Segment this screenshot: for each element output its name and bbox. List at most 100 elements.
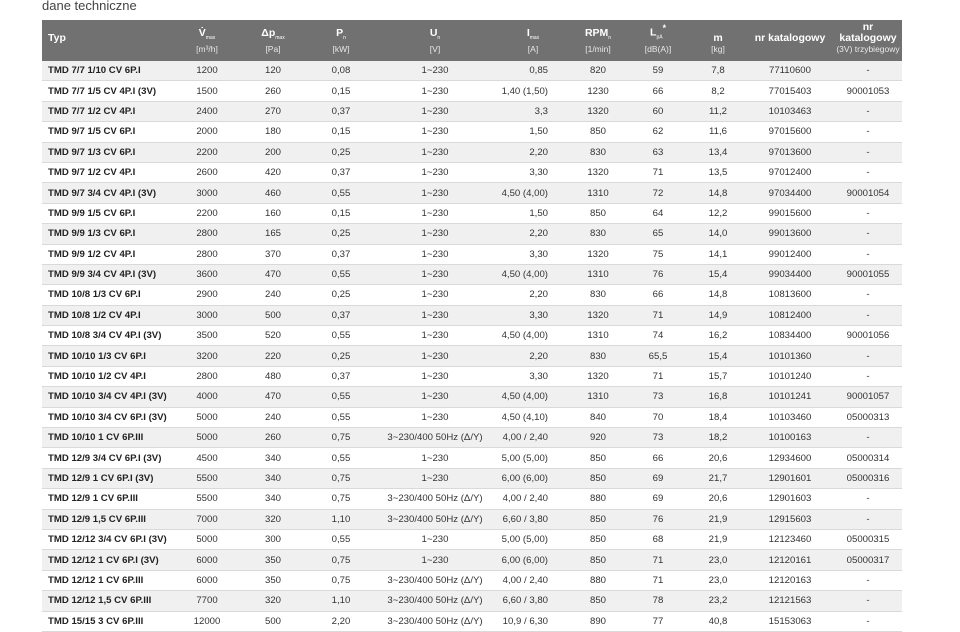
- table-cell: 99015600: [746, 203, 834, 225]
- table-row: TMD 10/10 1/3 CV 6P.I 3200 220 0,25 1~230 2,2…: [42, 345, 902, 367]
- table-cell: 76: [626, 509, 690, 530]
- table-cell: 850: [570, 203, 626, 225]
- table-cell: 12120161: [746, 549, 834, 571]
- table-row: TMD 12/12 1,5 CV 6P.III 7700 320 1,10 3~230/…: [42, 590, 902, 612]
- table-cell: 0,25: [308, 142, 374, 163]
- table-cell: 0,15: [308, 80, 374, 102]
- table-row: TMD 7/7 1/10 CV 6P.I 1200 120 0,08 1~230 0,85…: [42, 61, 902, 82]
- table-cell: 63: [626, 142, 690, 163]
- type-cell: TMD 7/7 1/5 CV 4P.I (3V): [42, 80, 176, 102]
- table-row: TMD 9/9 3/4 CV 4P.I (3V) 3600 470 0,55 1~230…: [42, 264, 902, 286]
- table-cell: 66: [626, 80, 690, 102]
- table-cell: 4,50 (4,00): [496, 386, 570, 408]
- table-cell: -: [834, 570, 902, 592]
- table-cell: 850: [570, 509, 626, 530]
- table-cell: 850: [570, 529, 626, 551]
- type-cell: TMD 9/9 1/3 CV 6P.I: [42, 223, 176, 245]
- header-cell: nr katalogowy: [834, 20, 902, 44]
- table-cell: 72: [626, 182, 690, 204]
- table-cell: 7700: [176, 590, 238, 612]
- table-cell: 0,25: [308, 284, 374, 306]
- type-cell: TMD 9/7 1/5 CV 6P.I: [42, 121, 176, 143]
- table-cell: 830: [570, 284, 626, 306]
- type-cell: TMD 10/8 1/2 CV 4P.I: [42, 305, 176, 327]
- header-cell: Pn: [308, 20, 374, 44]
- table-cell: 23,0: [690, 570, 746, 592]
- table-cell: 1~230: [374, 386, 496, 408]
- table-cell: 10,9 / 6,30: [496, 611, 570, 632]
- table-cell: 0,75: [308, 427, 374, 449]
- table-cell: -: [834, 223, 902, 245]
- header-unit: [Pa]: [265, 44, 281, 54]
- table-cell: 7,8: [690, 61, 746, 82]
- header-units-row: [m³/h] [Pa] [kW] [V] [A] [1/min] [dB(A)] [kg] (3…: [42, 44, 902, 61]
- header-cell: V̇max: [176, 20, 238, 44]
- table-row: TMD 9/7 1/2 CV 4P.I 2600 420 0,37 1~230 3,30 1…: [42, 162, 902, 184]
- table-cell: 0,37: [308, 305, 374, 327]
- table-cell: 1~230: [374, 366, 496, 388]
- table-cell: 2800: [176, 244, 238, 265]
- table-cell: 500: [238, 305, 308, 327]
- table-cell: 4000: [176, 386, 238, 408]
- table-cell: 160: [238, 203, 308, 225]
- table-cell: 200: [238, 142, 308, 163]
- table-cell: 10101240: [746, 366, 834, 388]
- table-cell: 3500: [176, 325, 238, 347]
- table-cell: -: [834, 366, 902, 388]
- table-cell: 5500: [176, 488, 238, 510]
- table-row: TMD 12/9 1 CV 6P.III 5500 340 0,75 3~230/400…: [42, 488, 902, 510]
- table-cell: 64: [626, 203, 690, 225]
- header-unit: [kW]: [332, 44, 350, 54]
- table-cell: 71: [626, 549, 690, 571]
- table-row: TMD 12/9 3/4 CV 6P.I (3V) 4500 340 0,55 1~23…: [42, 447, 902, 469]
- table-cell: 470: [238, 386, 308, 408]
- table-cell: 350: [238, 549, 308, 571]
- table-cell: 14,8: [690, 284, 746, 306]
- table-cell: 1,10: [308, 590, 374, 612]
- table-cell: 0,25: [308, 223, 374, 245]
- header-subscript: max: [529, 35, 540, 41]
- table-cell: 3200: [176, 345, 238, 367]
- type-cell: TMD 10/8 3/4 CV 4P.I (3V): [42, 325, 176, 347]
- table-cell: 1500: [176, 80, 238, 102]
- table-cell: 1~230: [374, 203, 496, 225]
- table-cell: 97034400: [746, 182, 834, 204]
- table-cell: 0,55: [308, 182, 374, 204]
- table-cell: 1~230: [374, 345, 496, 367]
- table-cell: 1320: [570, 101, 626, 123]
- table-cell: 66: [626, 447, 690, 469]
- table-cell: 1~230: [374, 284, 496, 306]
- table-cell: 850: [570, 447, 626, 469]
- table-cell: 180: [238, 121, 308, 143]
- table-cell: 1,50: [496, 203, 570, 225]
- type-cell: TMD 10/10 3/4 CV 6P.I (3V): [42, 407, 176, 429]
- table-cell: 6,00 (6,00): [496, 549, 570, 571]
- table-cell: 11,6: [690, 121, 746, 143]
- table-cell: 8,2: [690, 80, 746, 102]
- table-cell: 0,85: [496, 61, 570, 82]
- table-cell: -: [834, 121, 902, 143]
- table-cell: 77015403: [746, 80, 834, 102]
- table-cell: -: [834, 509, 902, 530]
- header-label: RPM: [584, 26, 609, 39]
- table-cell: 18,2: [690, 427, 746, 449]
- table-cell: 820: [570, 61, 626, 82]
- type-cell: TMD 10/10 1 CV 6P.III: [42, 427, 176, 449]
- table-row: TMD 12/12 1 CV 6P.I (3V) 6000 350 0,75 1~230…: [42, 549, 902, 571]
- header-row: Typ V̇max Δpmax Pn Un Imax RPMn LpA* m nr katalog…: [42, 20, 902, 44]
- type-cell: TMD 9/7 3/4 CV 4P.I (3V): [42, 182, 176, 204]
- table-cell: 05000314: [834, 447, 902, 469]
- table-cell: 340: [238, 488, 308, 510]
- table-cell: -: [834, 345, 902, 367]
- table-cell: 5500: [176, 468, 238, 490]
- table-cell: 6000: [176, 570, 238, 592]
- table-cell: 370: [238, 244, 308, 265]
- table-cell: -: [834, 427, 902, 449]
- table-cell: 2000: [176, 121, 238, 143]
- table-cell: 2800: [176, 366, 238, 388]
- table-cell: -: [834, 61, 902, 82]
- table-cell: 0,75: [308, 549, 374, 571]
- table-cell: 5,00 (5,00): [496, 447, 570, 469]
- table-cell: 12,2: [690, 203, 746, 225]
- table-cell: 3~230/400 50Hz (Δ/Y): [374, 590, 496, 612]
